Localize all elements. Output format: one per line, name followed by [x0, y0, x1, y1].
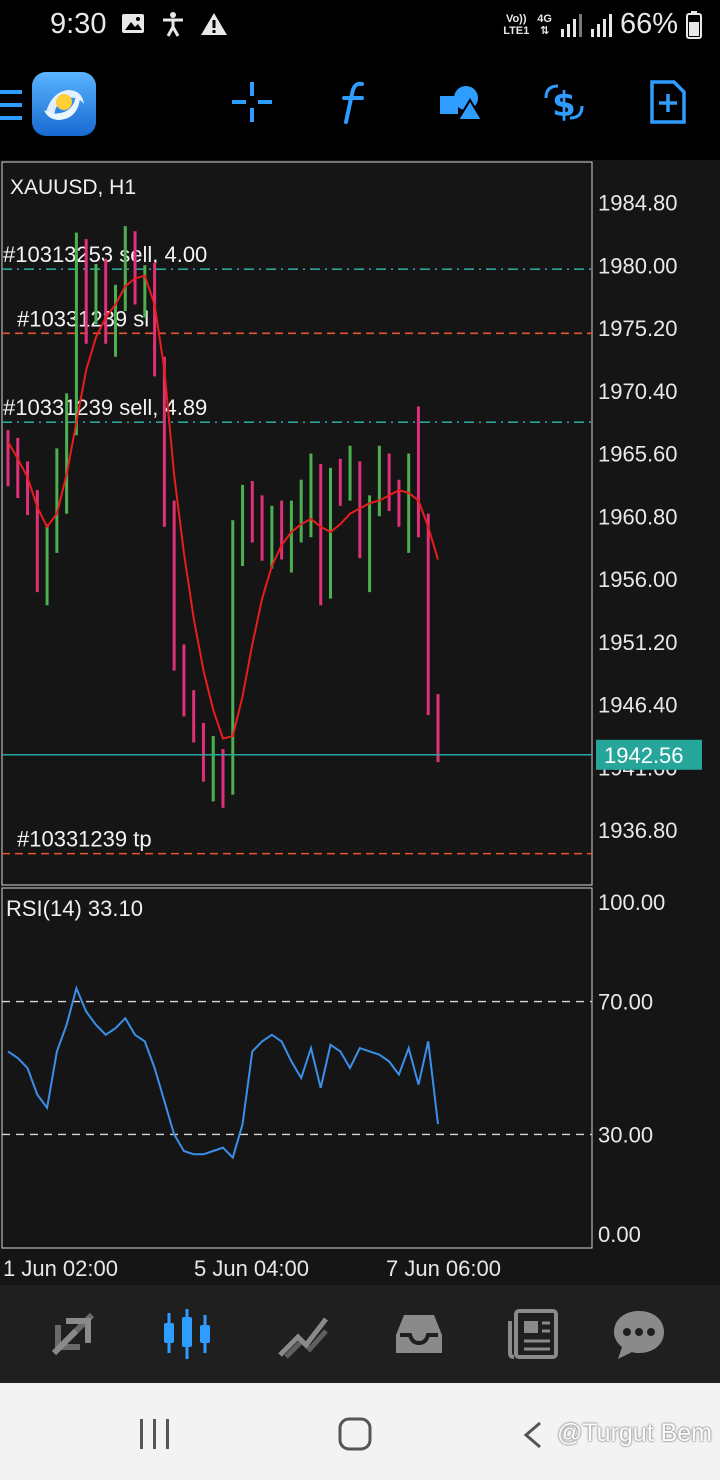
lte-label: LTE1 [503, 24, 530, 37]
data-indicator: 4G ⇅ [537, 12, 552, 37]
price-tick-label: 1984.80 [598, 191, 678, 216]
crosshair-icon[interactable] [228, 78, 276, 126]
rsi-tick-label: 0.00 [598, 1222, 641, 1247]
messages-icon[interactable] [612, 1307, 666, 1361]
news-icon[interactable] [506, 1307, 560, 1361]
network-indicator: Vo)) LTE1 [503, 13, 529, 37]
trade-icon[interactable]: $ [540, 78, 588, 126]
rsi-panel [1, 887, 593, 1249]
order-label: #10331239 sl [17, 306, 149, 331]
warning-icon [201, 13, 227, 35]
chart-area[interactable]: 1984.80 1980.00 1975.20 1970.40 1965.60 1960.… [0, 160, 720, 1285]
symbol-label: XAUUSD, H1 [10, 176, 137, 199]
rsi-tick-label: 70.00 [598, 990, 653, 1015]
time-label: 1 Jun 02:00 [3, 1256, 118, 1281]
chart-icon[interactable] [160, 1307, 214, 1361]
recent-apps-icon[interactable] [138, 1419, 172, 1449]
volte-label: Vo)) [505, 12, 527, 25]
battery-percent: 66% [619, 8, 678, 40]
watermark: @Turgut Bem [556, 1419, 712, 1447]
order-label: #10331239 sell, 4.89 [3, 395, 207, 420]
accessibility-icon [163, 12, 183, 37]
history-icon[interactable] [392, 1307, 446, 1361]
quotes-icon[interactable] [46, 1307, 100, 1361]
price-panel [1, 161, 593, 886]
trade-nav-icon[interactable] [276, 1307, 330, 1361]
price-tick-label: 1975.20 [598, 316, 678, 341]
back-icon[interactable] [520, 1421, 546, 1449]
signal-icon [560, 13, 582, 37]
price-tick-label: 1960.80 [598, 504, 678, 529]
order-label: #10331239 tp [17, 827, 152, 852]
battery-icon [686, 10, 702, 39]
system-nav: @Turgut Bem [0, 1383, 720, 1480]
signal-icon-2 [590, 13, 612, 37]
time-label: 7 Jun 06:00 [386, 1256, 501, 1281]
metatrader-logo[interactable] [32, 72, 96, 136]
objects-icon[interactable] [436, 78, 484, 126]
price-tick-label: 1936.80 [598, 818, 678, 843]
chart-svg[interactable]: 1984.80 1980.00 1975.20 1970.40 1965.60 1960.… [0, 160, 720, 1285]
bottom-nav [0, 1285, 720, 1383]
price-tick-label: 1970.40 [598, 379, 678, 404]
rsi-tick-label: 100.00 [598, 890, 665, 915]
home-icon[interactable] [338, 1417, 372, 1451]
price-tick-label: 1980.00 [598, 253, 678, 278]
metatrader-logo-icon [44, 90, 84, 120]
price-tick-label: 1951.20 [598, 630, 678, 655]
price-tick-label: 1956.00 [598, 567, 678, 592]
status-time: 9:30 [50, 8, 107, 40]
image-icon [122, 14, 144, 33]
status-bar: 9:30 Vo)) LTE1 4G ⇅ 66% [0, 0, 720, 52]
rsi-tick-label: 30.00 [598, 1122, 653, 1147]
network-gen-label: 4G [537, 12, 552, 25]
new-order-icon[interactable] [644, 78, 692, 126]
rsi-label: RSI(14) 33.10 [6, 896, 143, 921]
price-tick-label: 1965.60 [598, 442, 678, 467]
current-price-label: 1942.56 [604, 743, 684, 768]
time-label: 5 Jun 04:00 [194, 1256, 309, 1281]
indicators-icon[interactable] [332, 78, 380, 126]
price-tick-label: 1946.40 [598, 693, 678, 718]
menu-icon[interactable] [0, 88, 22, 122]
